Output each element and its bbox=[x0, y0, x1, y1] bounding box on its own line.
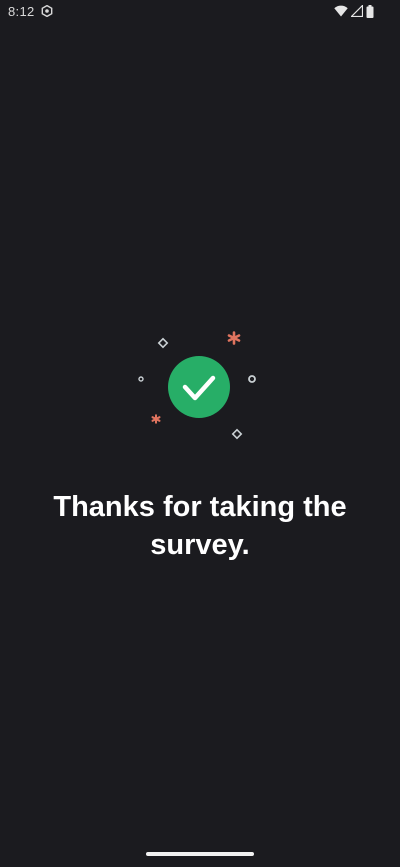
battery-icon bbox=[366, 4, 374, 18]
confetti-square-icon bbox=[157, 337, 169, 349]
confetti-square-icon bbox=[231, 428, 243, 440]
wifi-icon bbox=[334, 5, 348, 17]
status-bar: 8:12 bbox=[0, 0, 400, 24]
home-indicator[interactable] bbox=[146, 852, 254, 856]
confetti-dot-icon bbox=[138, 376, 144, 382]
cellular-signal-icon bbox=[351, 5, 363, 17]
success-graphic bbox=[138, 331, 256, 440]
confetti-ring-icon bbox=[248, 375, 256, 383]
status-icons bbox=[334, 4, 374, 18]
thanks-message: Thanks for taking the survey. bbox=[53, 491, 347, 561]
confetti-star-icon bbox=[227, 331, 241, 345]
confetti-star-icon bbox=[151, 414, 161, 424]
settings-icon bbox=[41, 5, 53, 17]
status-time: 8:12 bbox=[8, 4, 35, 19]
checkmark-circle-icon bbox=[168, 356, 230, 418]
